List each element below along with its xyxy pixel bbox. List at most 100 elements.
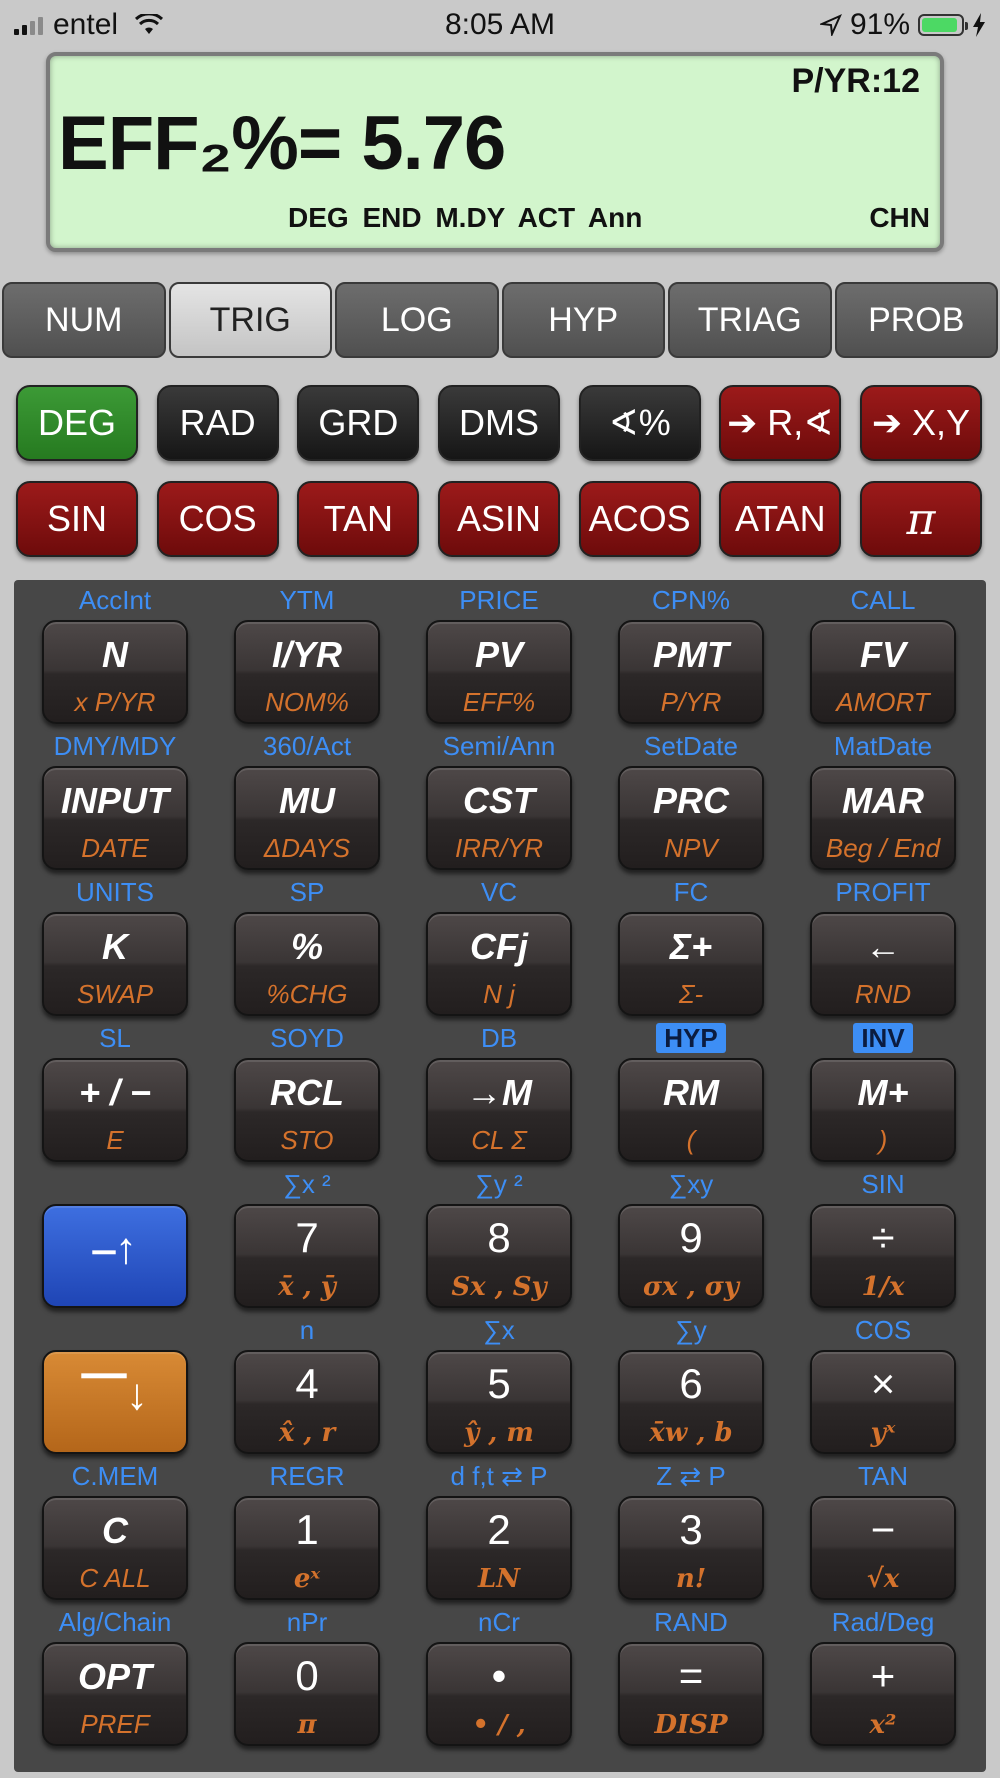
calculator-key[interactable]: + / − E xyxy=(42,1058,188,1162)
key-primary-label: 2 xyxy=(487,1506,511,1553)
calculator-key[interactable]: MAR Beg / End xyxy=(810,766,956,870)
key-secondary-label: LN xyxy=(477,1564,521,1594)
key-shift-label: Rad/Deg xyxy=(831,1607,935,1637)
key-secondary-label: DISP xyxy=(654,1710,728,1740)
key-shift-label: PRICE xyxy=(459,585,539,615)
calculator-key[interactable]: INPUT DATE xyxy=(42,766,188,870)
calculator-key[interactable]: →M CL Σ xyxy=(426,1058,572,1162)
tab-num[interactable]: NUM xyxy=(2,282,166,358)
calculator-key[interactable]: ← RND xyxy=(810,912,956,1016)
key-primary-label: ÷ xyxy=(871,1214,895,1261)
calculator-key[interactable]: I/YR NOM% xyxy=(234,620,380,724)
shift-up-icon: ⎯↑ xyxy=(93,1224,137,1273)
calculator-key[interactable]: 5 ŷ , m xyxy=(426,1350,572,1454)
calculator-key[interactable]: 6 x̄w , b xyxy=(618,1350,764,1454)
key-cell: CPN% PMT P/YR xyxy=(612,584,770,730)
key-primary-label: 0 xyxy=(295,1652,319,1699)
calculator-key[interactable]: ÷ 1/x xyxy=(810,1204,956,1308)
tab-prob[interactable]: PROB xyxy=(834,282,998,358)
trig-function-row: SIN COS TAN ASIN ACOS ATAN π xyxy=(16,481,982,557)
tab-trig[interactable]: TRIG xyxy=(168,282,332,358)
key-primary-label: PRC xyxy=(652,780,729,821)
dms-button[interactable]: DMS xyxy=(437,385,560,461)
calculator-key[interactable]: CST IRR/YR xyxy=(426,766,572,870)
key-cell: MatDate MAR Beg / End xyxy=(804,730,962,876)
calculator-key[interactable]: 7 x̄ , ȳ xyxy=(234,1204,380,1308)
calculator-key[interactable]: 9 σx , σy xyxy=(618,1204,764,1308)
key-cell: UNITS K SWAP xyxy=(36,876,194,1022)
calculator-key[interactable]: PV EFF% xyxy=(426,620,572,724)
deg-button[interactable]: DEG xyxy=(16,385,138,461)
tab-log[interactable]: LOG xyxy=(335,282,499,358)
cos-button[interactable]: COS xyxy=(156,481,279,557)
pi-button[interactable]: π xyxy=(859,481,982,557)
calculator-key[interactable]: RCL STO xyxy=(234,1058,380,1162)
key-secondary-label: DATE xyxy=(81,833,149,863)
calculator-key[interactable]: OPT PREF xyxy=(42,1642,188,1746)
calculator-key[interactable]: RM ( xyxy=(618,1058,764,1162)
grd-button[interactable]: GRD xyxy=(297,385,420,461)
calculator-key[interactable]: PRC NPV xyxy=(618,766,764,870)
key-cell: ⎺↓ xyxy=(36,1314,194,1460)
calculator-key[interactable]: 3 n! xyxy=(618,1496,764,1600)
key-shift-badge: HYP xyxy=(656,1023,726,1053)
key-shift-label: INV xyxy=(784,1022,982,1054)
key-shift-label: n xyxy=(299,1315,315,1345)
calculator-key[interactable]: 4 x̂ , r xyxy=(234,1350,380,1454)
key-cell: ∑y 6 x̄w , b xyxy=(612,1314,770,1460)
key-shift-label: SP xyxy=(289,877,325,907)
calculator-key[interactable]: • • / , xyxy=(426,1642,572,1746)
acos-button[interactable]: ACOS xyxy=(578,481,701,557)
tab-triag[interactable]: TRIAG xyxy=(668,282,832,358)
calculator-key[interactable]: CFj N j xyxy=(426,912,572,1016)
angle-percent-button[interactable]: ∢% xyxy=(578,385,701,461)
asin-button[interactable]: ASIN xyxy=(437,481,560,557)
calculator-key[interactable]: + x² xyxy=(810,1642,956,1746)
calculator-key[interactable]: 0π xyxy=(234,1642,380,1746)
key-cell: nPr 0 π xyxy=(228,1606,386,1752)
key-shift-label: ∑x ² xyxy=(283,1169,331,1199)
calculator-key[interactable]: 2 LN xyxy=(426,1496,572,1600)
calculator-key[interactable]: = DISP xyxy=(618,1642,764,1746)
key-secondary-label: %CHG xyxy=(266,979,348,1009)
calculator-key[interactable]: 1 eˣ xyxy=(234,1496,380,1600)
calculator-key[interactable]: % %CHG xyxy=(234,912,380,1016)
key-secondary-label: √x xyxy=(866,1564,900,1594)
calculator-key[interactable]: PMT P/YR xyxy=(618,620,764,724)
key-secondary-label: σx , σy xyxy=(642,1272,740,1302)
calculator-key[interactable]: − √x xyxy=(810,1496,956,1600)
key-primary-label: = xyxy=(678,1652,704,1699)
tan-button[interactable]: TAN xyxy=(297,481,420,557)
key-cell: ∑x ² 7 x̄ , ȳ xyxy=(228,1168,386,1314)
calculator-key[interactable]: Nx P/YR xyxy=(42,620,188,724)
calculator-key[interactable]: 8 Sx , Sy xyxy=(426,1204,572,1308)
shift-down-icon: ⎺↓ xyxy=(82,1370,148,1419)
to-polar-button[interactable]: ➔ R,∢ xyxy=(719,385,842,461)
key-shift-label: UNITS xyxy=(76,877,154,907)
calculator-key[interactable]: MU ΔDAYS xyxy=(234,766,380,870)
calculator-key[interactable]: M+) xyxy=(810,1058,956,1162)
tab-hyp[interactable]: HYP xyxy=(501,282,665,358)
location-arrow-icon xyxy=(819,14,842,36)
key-shift-label: TAN xyxy=(857,1461,909,1491)
calculator-key[interactable]: FV AMORT xyxy=(810,620,956,724)
rad-button[interactable]: RAD xyxy=(156,385,279,461)
shift-down-button[interactable]: ⎺↓ xyxy=(42,1350,188,1454)
key-row: ⎺↓ n 4 x̂ , r ∑x 5 ŷ , m ∑y 6 x̄w , b COS × yˣ xyxy=(14,1314,986,1460)
calculator-key[interactable]: Σ+ Σ- xyxy=(618,912,764,1016)
key-cell: SL + / − E xyxy=(36,1022,194,1168)
key-secondary-label: x̄w , b xyxy=(649,1418,733,1448)
sin-button[interactable]: SIN xyxy=(16,481,138,557)
atan-button[interactable]: ATAN xyxy=(719,481,842,557)
calculator-display: P/YR:12 EFF₂%= 5.76 DEG END M.DY ACT Ann… xyxy=(46,52,944,252)
key-cell: SOYD RCL STO xyxy=(228,1022,386,1168)
display-chain-indicator: CHN xyxy=(869,202,930,233)
key-shift-label: Semi/Ann xyxy=(442,731,556,761)
calculator-key[interactable]: K SWAP xyxy=(42,912,188,1016)
calculator-key[interactable]: C C ALL xyxy=(42,1496,188,1600)
key-cell: VC CFj N j xyxy=(420,876,578,1022)
to-rect-button[interactable]: ➔ X,Y xyxy=(859,385,982,461)
key-secondary-label: NOM% xyxy=(265,687,349,717)
shift-up-button[interactable]: ⎯↑ xyxy=(42,1204,188,1308)
calculator-key[interactable]: × yˣ xyxy=(810,1350,956,1454)
